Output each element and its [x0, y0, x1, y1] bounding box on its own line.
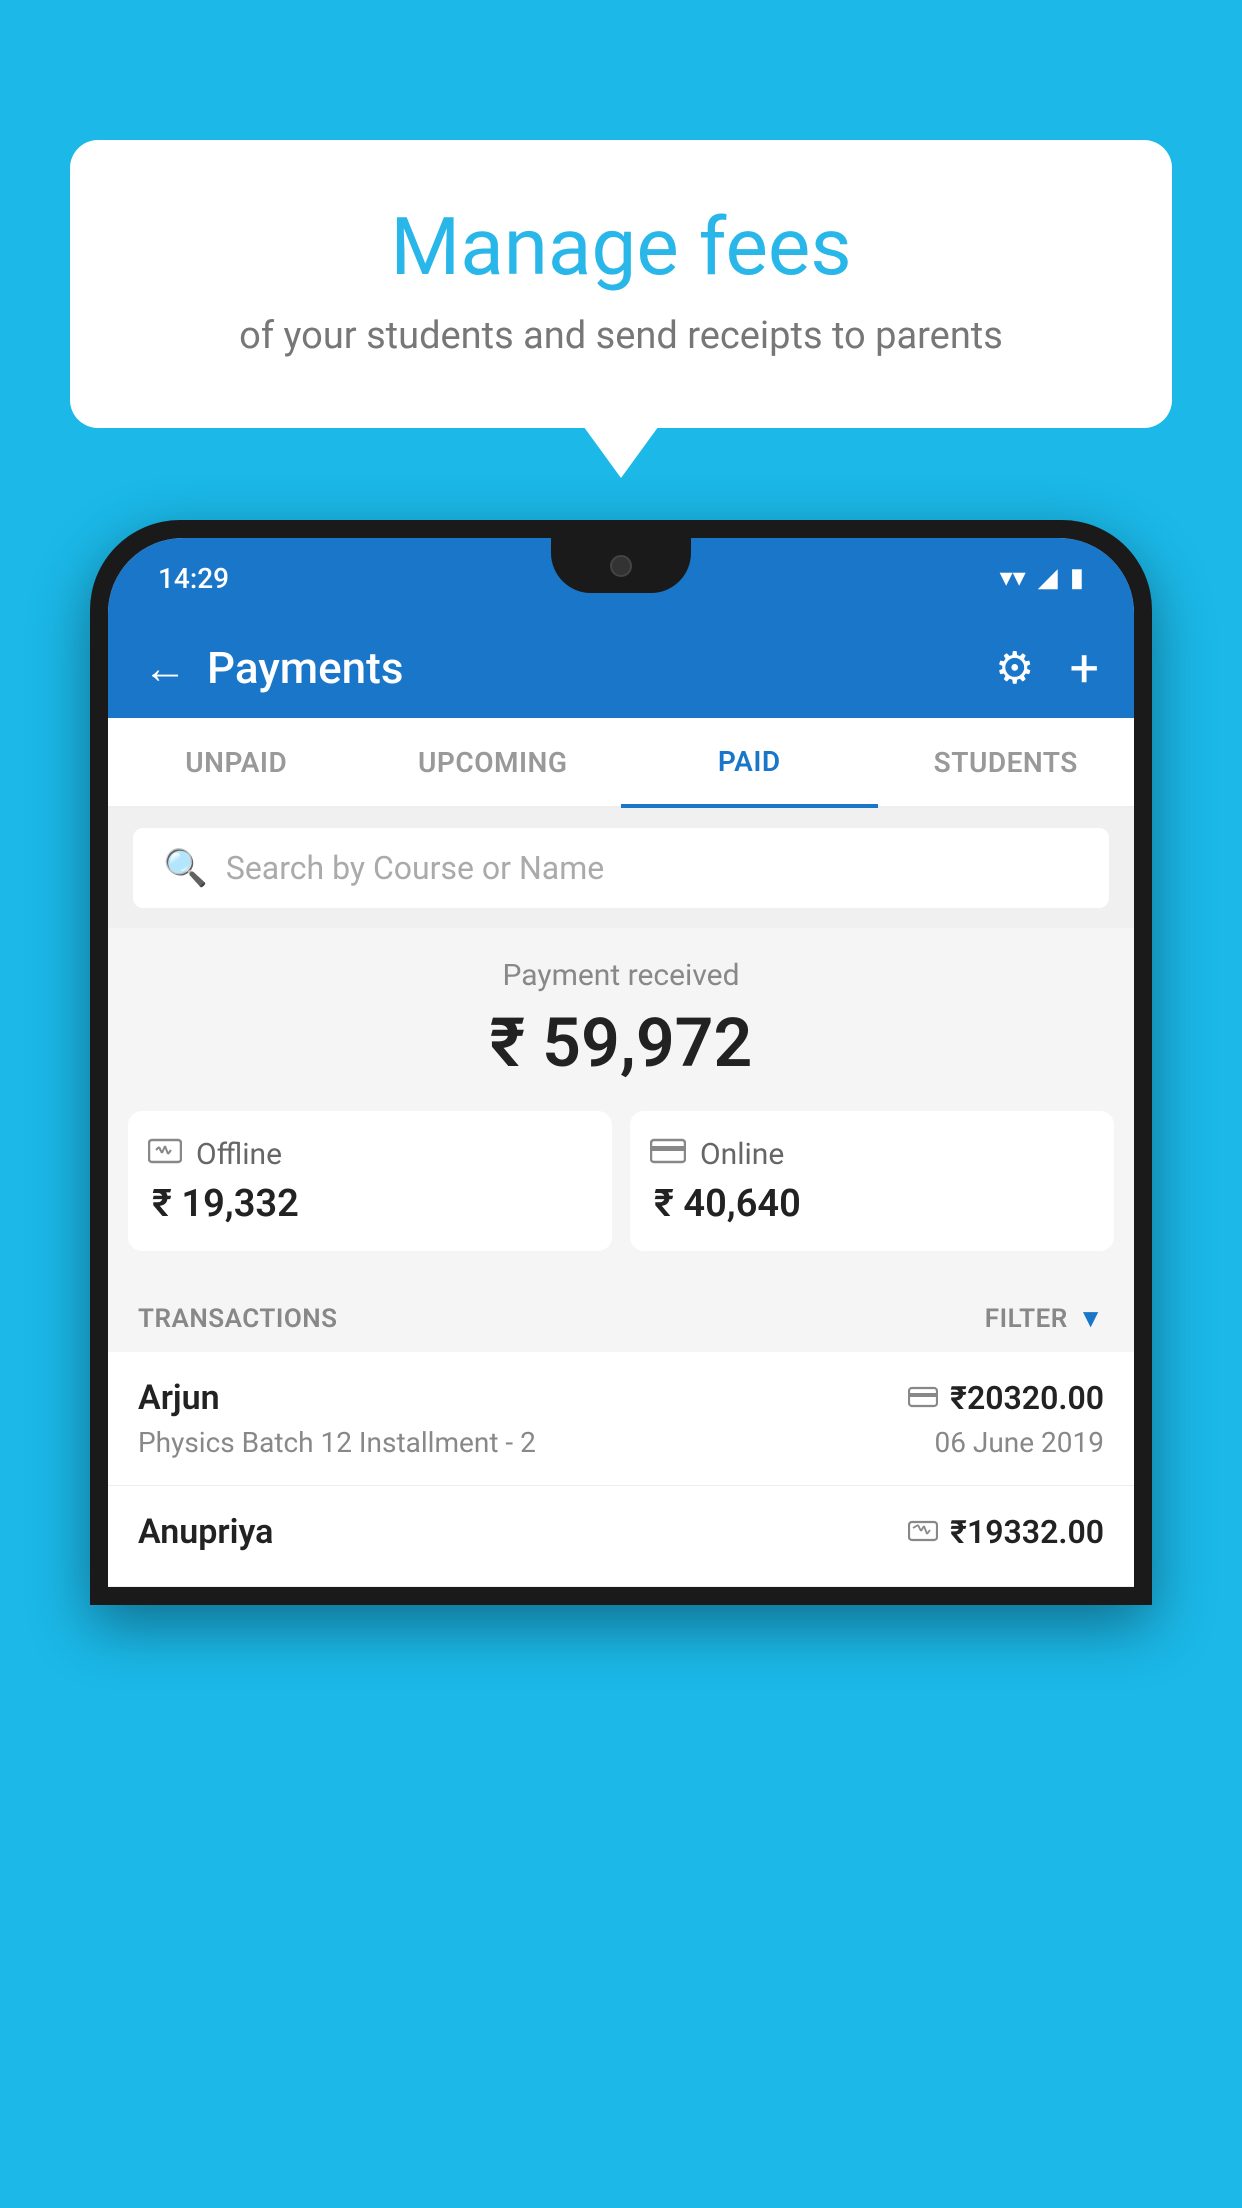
transaction-course: Physics Batch 12 Installment - 2: [138, 1426, 536, 1459]
status-bar: 14:29 ▾▾ ◢ ▮: [108, 538, 1134, 618]
online-icon: [650, 1136, 686, 1172]
phone-wrapper: 14:29 ▾▾ ◢ ▮ ← Payments ⚙ + UNPAID: [90, 520, 1152, 2208]
transaction-row[interactable]: Anupriya ₹19332.00: [108, 1486, 1134, 1587]
offline-card: Offline ₹ 19,332: [128, 1111, 612, 1251]
camera: [610, 555, 632, 577]
page-title: Payments: [207, 642, 975, 694]
transaction-amount-wrap: ₹20320.00: [908, 1379, 1104, 1417]
wifi-icon: ▾▾: [1000, 563, 1026, 593]
tab-students[interactable]: STUDENTS: [878, 718, 1135, 806]
transaction-row[interactable]: Arjun ₹20320.00 Physics Batch 12 Install…: [108, 1352, 1134, 1486]
filter-label: FILTER: [985, 1304, 1068, 1334]
transactions-label: TRANSACTIONS: [138, 1304, 338, 1334]
settings-icon[interactable]: ⚙: [995, 642, 1034, 694]
search-bar[interactable]: 🔍 Search by Course or Name: [133, 828, 1109, 908]
transaction-date: 06 June 2019: [934, 1426, 1104, 1459]
search-placeholder: Search by Course or Name: [226, 849, 604, 887]
search-icon: 🔍: [163, 847, 208, 889]
phone-outer: 14:29 ▾▾ ◢ ▮ ← Payments ⚙ + UNPAID: [90, 520, 1152, 1605]
phone-notch: [551, 538, 691, 593]
add-button[interactable]: +: [1069, 638, 1099, 699]
payment-cards-row: Offline ₹ 19,332: [128, 1111, 1114, 1251]
transaction-amount-wrap: ₹19332.00: [908, 1513, 1104, 1551]
app-header: ← Payments ⚙ +: [108, 618, 1134, 718]
tab-unpaid[interactable]: UNPAID: [108, 718, 365, 806]
transaction-name: Anupriya: [138, 1512, 273, 1552]
transaction-card-icon: [908, 1382, 938, 1415]
status-time: 14:29: [158, 562, 229, 595]
online-amount: ₹ 40,640: [650, 1182, 1094, 1226]
speech-bubble-title: Manage fees: [120, 200, 1122, 294]
online-label: Online: [700, 1137, 784, 1172]
payment-total-amount: ₹ 59,972: [128, 1003, 1114, 1083]
signal-icon: ◢: [1038, 563, 1058, 593]
offline-icon: [148, 1136, 182, 1172]
battery-icon: ▮: [1070, 563, 1084, 593]
transaction-cash-icon: [908, 1516, 938, 1549]
payment-received-label: Payment received: [128, 958, 1114, 993]
offline-amount: ₹ 19,332: [148, 1182, 592, 1226]
offline-label: Offline: [196, 1137, 282, 1172]
transaction-amount: ₹20320.00: [950, 1379, 1104, 1417]
status-icons: ▾▾ ◢ ▮: [1000, 563, 1084, 593]
search-section: 🔍 Search by Course or Name: [108, 808, 1134, 928]
tab-paid[interactable]: PAID: [621, 718, 878, 808]
filter-icon: ▼: [1078, 1303, 1104, 1334]
transactions-header: TRANSACTIONS FILTER ▼: [108, 1281, 1134, 1352]
payment-received-section: Payment received ₹ 59,972: [108, 928, 1134, 1281]
transaction-name: Arjun: [138, 1378, 220, 1418]
filter-button[interactable]: FILTER ▼: [985, 1303, 1104, 1334]
tabs-bar: UNPAID UPCOMING PAID STUDENTS: [108, 718, 1134, 808]
speech-bubble: Manage fees of your students and send re…: [70, 140, 1172, 428]
tab-upcoming[interactable]: UPCOMING: [365, 718, 622, 806]
back-button[interactable]: ←: [143, 642, 187, 694]
online-card: Online ₹ 40,640: [630, 1111, 1114, 1251]
transaction-amount: ₹19332.00: [950, 1513, 1104, 1551]
phone-screen: 14:29 ▾▾ ◢ ▮ ← Payments ⚙ + UNPAID: [108, 538, 1134, 1587]
speech-bubble-subtitle: of your students and send receipts to pa…: [120, 314, 1122, 358]
